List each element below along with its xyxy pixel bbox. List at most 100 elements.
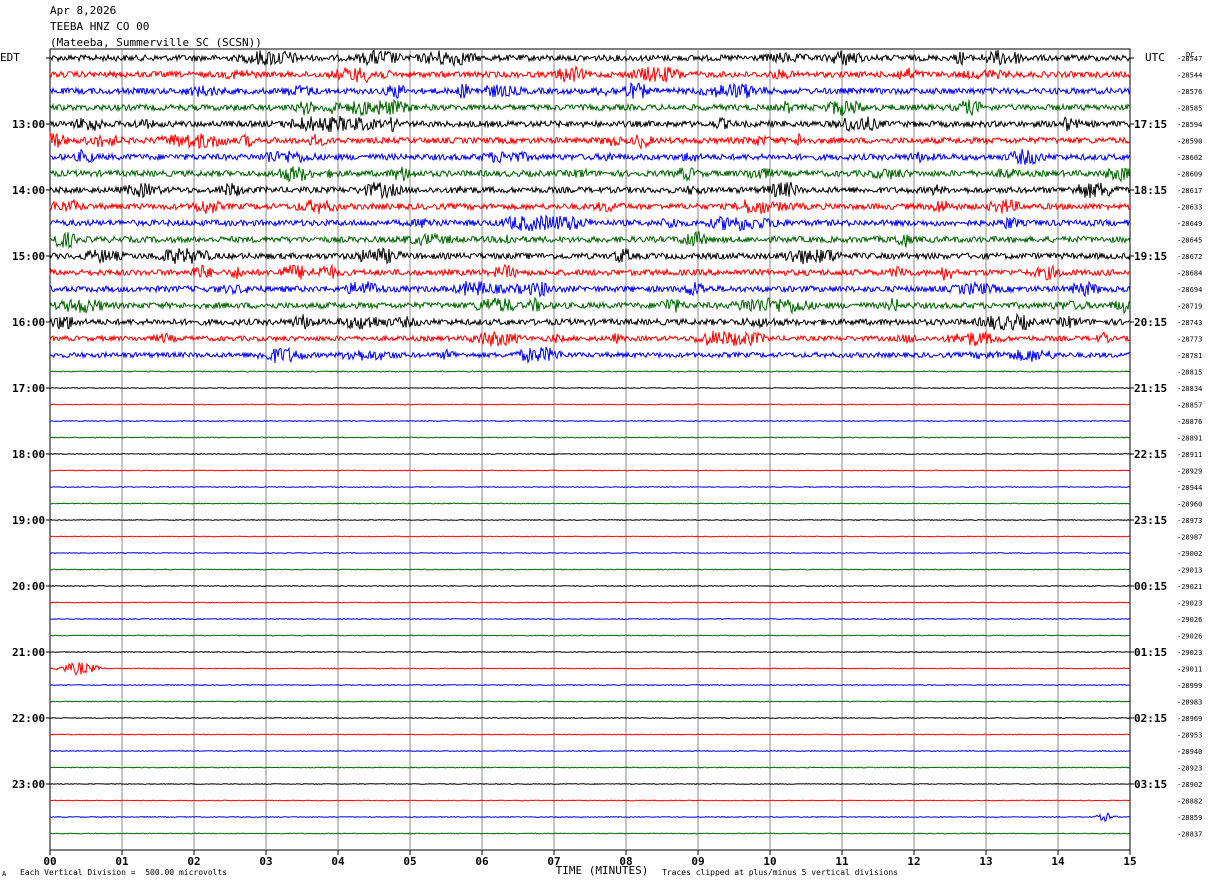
dc-offset-label: -28876 (1177, 418, 1202, 426)
right-hour-label: 23:15 (1134, 514, 1167, 527)
trace-line (49, 551, 1131, 555)
x-tick-label: 15 (1123, 855, 1136, 868)
dc-offset-label: -28719 (1177, 303, 1202, 311)
trace-line (49, 330, 1131, 347)
dc-offset-label: -28773 (1177, 336, 1202, 344)
left-hour-label: 23:00 (12, 778, 45, 791)
trace-line (49, 214, 1131, 232)
left-hour-label: 20:00 (12, 580, 45, 593)
trace-line (49, 749, 1131, 753)
dc-offset-label: -28902 (1177, 781, 1202, 789)
dc-offset-label: -28617 (1177, 187, 1202, 195)
right-timezone-label: UTC (1145, 51, 1165, 64)
x-tick-label: 00 (43, 855, 56, 868)
trace-line (49, 131, 1131, 151)
dc-offset-label: -29002 (1177, 550, 1202, 558)
dc-offset-label: -28944 (1177, 484, 1202, 492)
left-timezone-label: EDT (0, 51, 20, 64)
trace-line (49, 716, 1131, 720)
dc-offset-label: -28602 (1177, 154, 1202, 162)
x-tick-label: 11 (835, 855, 849, 868)
left-hour-label: 18:00 (12, 448, 45, 461)
trace-line (49, 81, 1131, 100)
left-hour-label: 14:00 (12, 184, 45, 197)
left-hour-label: 19:00 (12, 514, 45, 527)
trace-line (49, 296, 1131, 315)
dc-offset-label: -28960 (1177, 501, 1202, 509)
trace-line (49, 601, 1130, 604)
left-hour-label: 15:00 (12, 250, 45, 263)
dc-offset-label: -28544 (1177, 72, 1202, 80)
trace-line (49, 64, 1131, 84)
right-hour-label: 22:15 (1134, 448, 1167, 461)
trace-line (49, 634, 1131, 637)
trace-line (49, 518, 1131, 522)
dc-offset-label: -28911 (1177, 451, 1202, 459)
clip-note: Traces clipped at plus/minus 5 vertical … (662, 868, 899, 877)
trace-line (49, 182, 1131, 200)
dc-offset-label: -28694 (1177, 286, 1202, 294)
dc-offset-label: -28590 (1177, 138, 1202, 146)
dc-offset-label: -28859 (1177, 814, 1202, 822)
dc-offset-label: -28815 (1177, 369, 1202, 377)
trace-line (49, 419, 1131, 423)
trace-line (49, 661, 1131, 677)
dc-offset-label: -29023 (1177, 600, 1202, 608)
trace-line (49, 403, 1131, 406)
trace-line (49, 733, 1131, 736)
dc-offset-label: -29011 (1177, 666, 1202, 674)
trace-line (49, 99, 1131, 117)
right-hour-label: 19:15 (1134, 250, 1167, 263)
dc-offset-label: -28743 (1177, 319, 1202, 327)
dc-offset-label: -28929 (1177, 468, 1202, 476)
trace-line (49, 683, 1131, 687)
trace-line (49, 568, 1131, 571)
corner-mark: A (2, 870, 7, 878)
trace-line (49, 370, 1131, 373)
trace-line (49, 584, 1131, 588)
right-hour-label: 00:15 (1134, 580, 1167, 593)
trace-line (49, 617, 1131, 621)
plot-frame (49, 48, 1131, 851)
dc-offset-label: -28983 (1177, 699, 1202, 707)
trace-line (49, 832, 1131, 835)
x-tick-label: 14 (1051, 855, 1065, 868)
dc-offset-label: -28781 (1177, 352, 1202, 360)
left-hour-label: 21:00 (12, 646, 45, 659)
x-tick-label: 10 (763, 855, 776, 868)
trace-line (49, 165, 1131, 183)
trace-line (49, 535, 1131, 538)
right-hour-label: 18:15 (1134, 184, 1167, 197)
dc-offset-label: -28923 (1177, 765, 1202, 773)
x-tick-label: 06 (475, 855, 489, 868)
dc-offset-label: -29026 (1177, 616, 1202, 624)
right-hour-label: 02:15 (1134, 712, 1167, 725)
left-hour-label: 16:00 (12, 316, 45, 329)
dc-offset-label: -28576 (1177, 88, 1202, 96)
dc-offset-label: -28882 (1177, 798, 1202, 806)
left-hour-label: 22:00 (12, 712, 45, 725)
trace-line (49, 386, 1131, 390)
dc-offset-label: -28969 (1177, 715, 1202, 723)
dc-offset-label: -29013 (1177, 567, 1202, 575)
dc-offset-label: -29021 (1177, 583, 1202, 591)
dc-offset-label: -28684 (1177, 270, 1202, 278)
dc-offset-label: -28547 (1177, 55, 1202, 63)
trace-line (49, 49, 1131, 68)
trace-line (49, 312, 1131, 331)
dc-offset-label: -28953 (1177, 732, 1202, 740)
scale-note: Each Vertical Division = 500.00 microvol… (20, 868, 228, 877)
dc-offset-label: -28649 (1177, 220, 1202, 228)
dc-offset-label: -28633 (1177, 204, 1202, 212)
dc-offset-label: -28891 (1177, 435, 1202, 443)
seismogram-chart: 00 01 02 03 04 05 06 07 08 09 10 11 12 13 14 15TIME (MI… (0, 48, 1202, 877)
right-hour-label: 21:15 (1134, 382, 1167, 395)
trace-line (49, 230, 1131, 249)
trace-line (49, 700, 1131, 703)
trace-line (49, 502, 1131, 505)
x-tick-label: 05 (403, 855, 416, 868)
x-tick-label: 12 (907, 855, 920, 868)
trace-line (49, 346, 1131, 365)
dc-offset-label: -28834 (1177, 385, 1202, 393)
trace-line (49, 650, 1131, 654)
